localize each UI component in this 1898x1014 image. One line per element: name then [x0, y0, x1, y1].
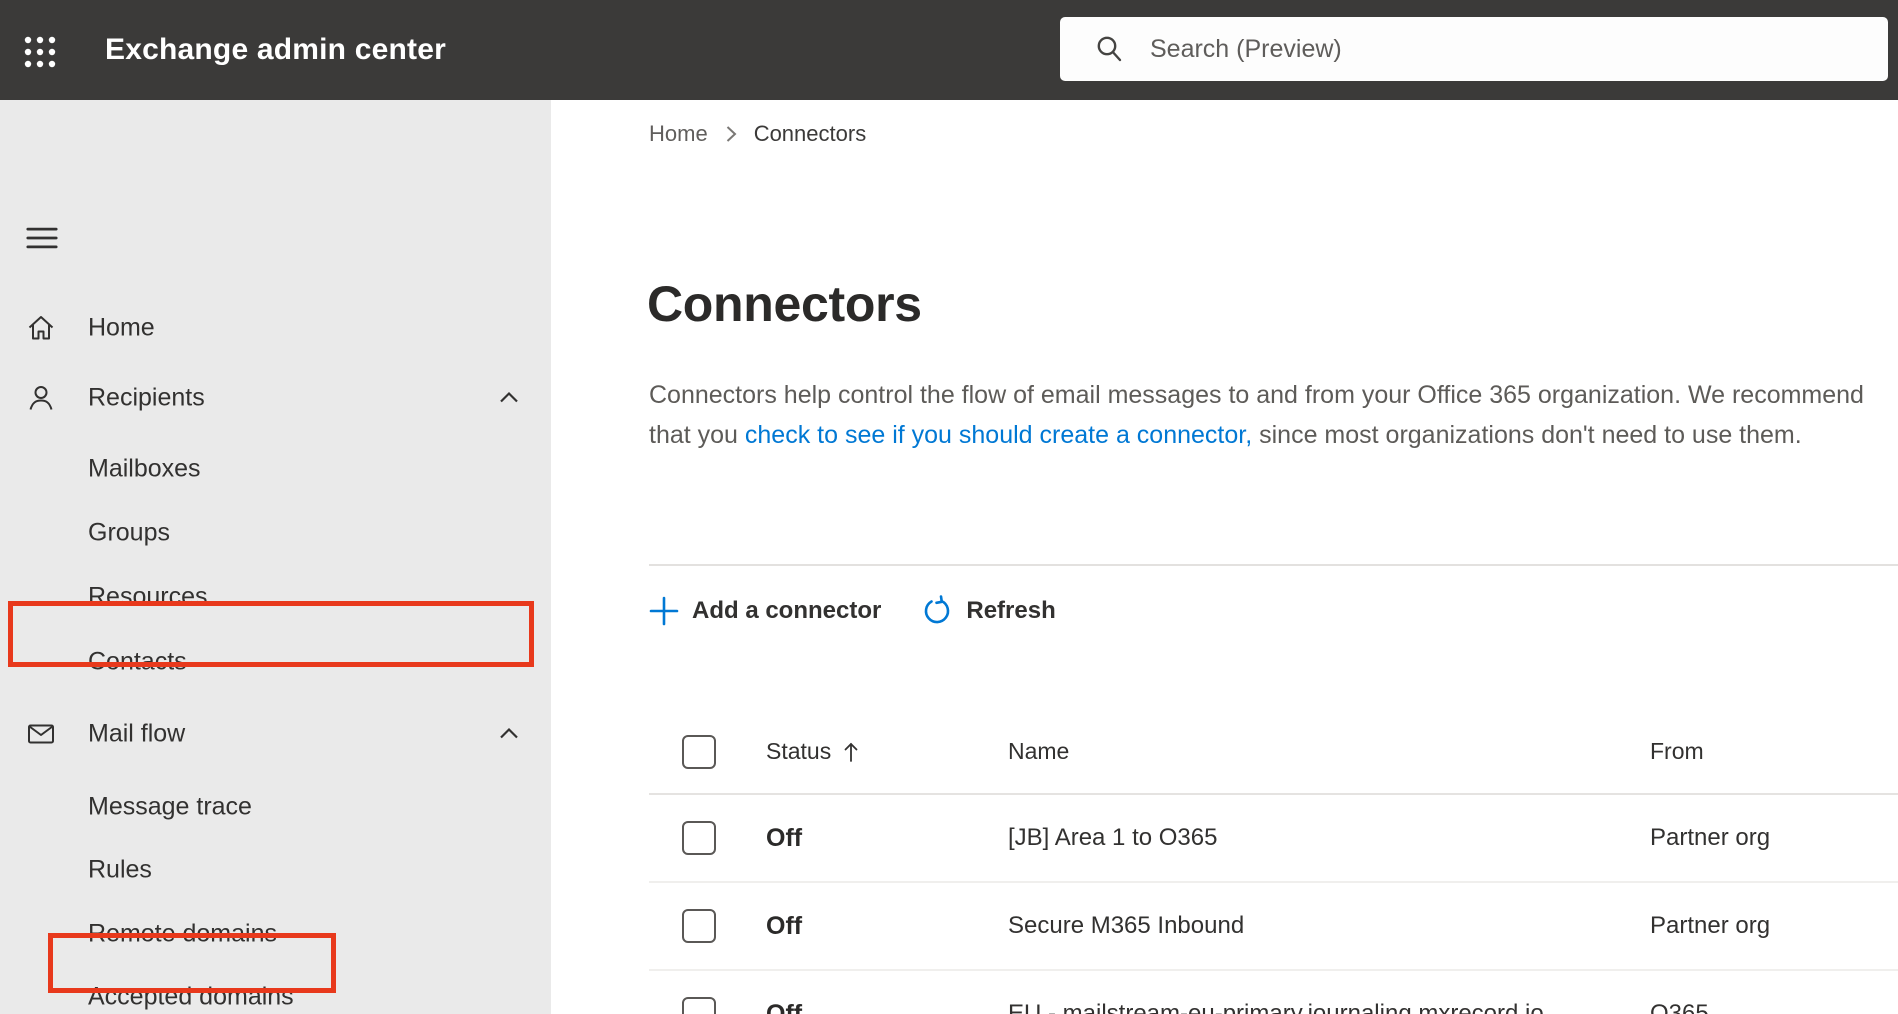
exchange-admin-center-window: Exchange admin center Home	[0, 0, 1898, 1014]
person-icon	[29, 386, 53, 410]
row-from: Partner org	[1650, 912, 1771, 939]
row-from: O365	[1650, 1000, 1709, 1014]
hamburger-icon	[26, 227, 58, 249]
breadcrumb-home-link[interactable]: Home	[649, 121, 708, 147]
row-name-link[interactable]: EU - mailstream-eu-primary.journaling.mx…	[1008, 1000, 1650, 1014]
breadcrumb-current: Connectors	[753, 121, 867, 146]
chevron-up-icon	[500, 391, 518, 403]
row-status: Off	[766, 823, 803, 852]
search-box	[1060, 17, 1888, 81]
sidebar-nav: Home Recipients Mailboxes Groups Resourc…	[0, 100, 551, 1014]
sidebar-item-label: Accepted domains	[88, 982, 294, 1011]
sidebar-item-recipients[interactable]: Recipients	[0, 366, 551, 430]
waffle-icon	[24, 36, 56, 68]
nav-collapse-button[interactable]	[20, 218, 64, 258]
status-header-label: Status	[766, 738, 832, 764]
mail-icon	[28, 724, 54, 744]
sidebar-item-label: Mailboxes	[88, 454, 201, 483]
app-launcher-button[interactable]	[14, 26, 66, 78]
sidebar-item-label: Mail flow	[88, 719, 186, 748]
row-name-link[interactable]: [JB] Area 1 to O365	[1008, 824, 1650, 852]
sidebar-item-label: Recipients	[88, 383, 205, 412]
row-from: Partner org	[1650, 824, 1771, 851]
sidebar-item-message-trace[interactable]: Message trace	[0, 775, 551, 839]
sort-ascending-icon	[844, 742, 858, 762]
row-status: Off	[766, 911, 803, 940]
sidebar-item-resources[interactable]: Resources	[0, 565, 551, 629]
description-text: since most organizations don't need to u…	[1252, 421, 1802, 449]
select-all-checkbox[interactable]	[682, 734, 716, 769]
toolbar-divider	[649, 564, 1898, 566]
sidebar-item-label: Home	[88, 313, 155, 342]
sidebar-item-mailboxes[interactable]: Mailboxes	[0, 437, 551, 501]
search-input[interactable]	[1060, 17, 1888, 81]
sidebar-item-home[interactable]: Home	[0, 296, 551, 360]
column-header-status[interactable]: Status	[766, 738, 1008, 765]
sidebar-item-remote-domains[interactable]: Remote domains	[0, 902, 551, 966]
row-checkbox[interactable]	[682, 821, 716, 855]
sidebar-item-rules[interactable]: Rules	[0, 838, 551, 902]
plus-icon	[649, 596, 679, 626]
row-status: Off	[766, 999, 803, 1014]
sidebar-item-label: Rules	[88, 855, 152, 884]
breadcrumb: Home Connectors	[649, 118, 866, 150]
row-name-link[interactable]: Secure M365 Inbound	[1008, 912, 1650, 940]
sidebar-item-label: Groups	[88, 518, 170, 547]
sidebar-item-contacts[interactable]: Contacts	[0, 630, 551, 694]
connectors-table: Status Name From Off [JB] Area 1 to O365…	[649, 710, 1898, 1014]
refresh-label: Refresh	[966, 597, 1056, 624]
table-header-row: Status Name From	[649, 710, 1898, 795]
page-description: Connectors help control the flow of emai…	[649, 375, 1898, 455]
sidebar-item-accepted-domains[interactable]: Accepted domains	[0, 965, 551, 1014]
toolbar: Add a connector Refresh	[649, 586, 1056, 636]
row-checkbox[interactable]	[682, 997, 716, 1014]
refresh-button[interactable]: Refresh	[921, 595, 1056, 627]
table-row[interactable]: Off [JB] Area 1 to O365 Partner org	[649, 795, 1898, 883]
app-title: Exchange admin center	[105, 33, 446, 66]
create-connector-check-link[interactable]: check to see if you should create a conn…	[745, 421, 1252, 449]
sidebar-item-label: Resources	[88, 582, 208, 611]
chevron-right-icon	[724, 124, 738, 144]
add-connector-button[interactable]: Add a connector	[649, 596, 881, 626]
table-row[interactable]: Off EU - mailstream-eu-primary.journalin…	[649, 971, 1898, 1014]
refresh-icon	[925, 595, 950, 624]
sidebar-item-label: Remote domains	[88, 919, 277, 948]
chevron-up-icon	[500, 727, 518, 739]
column-header-name[interactable]: Name	[1008, 738, 1650, 765]
sidebar-item-groups[interactable]: Groups	[0, 501, 551, 565]
sidebar-item-label: Message trace	[88, 792, 252, 821]
sidebar-item-mail-flow[interactable]: Mail flow	[0, 702, 551, 766]
page-title: Connectors	[647, 275, 922, 332]
home-icon	[28, 316, 54, 340]
sidebar-item-label: Contacts	[88, 647, 187, 676]
add-connector-label: Add a connector	[692, 597, 882, 624]
column-header-from[interactable]: From	[1650, 738, 1898, 765]
top-bar: Exchange admin center	[0, 0, 1898, 100]
search-icon	[1097, 36, 1122, 62]
table-row[interactable]: Off Secure M365 Inbound Partner org	[649, 883, 1898, 971]
row-checkbox[interactable]	[682, 909, 716, 943]
main-content: Home Connectors Connectors Connectors he…	[551, 100, 1898, 1014]
